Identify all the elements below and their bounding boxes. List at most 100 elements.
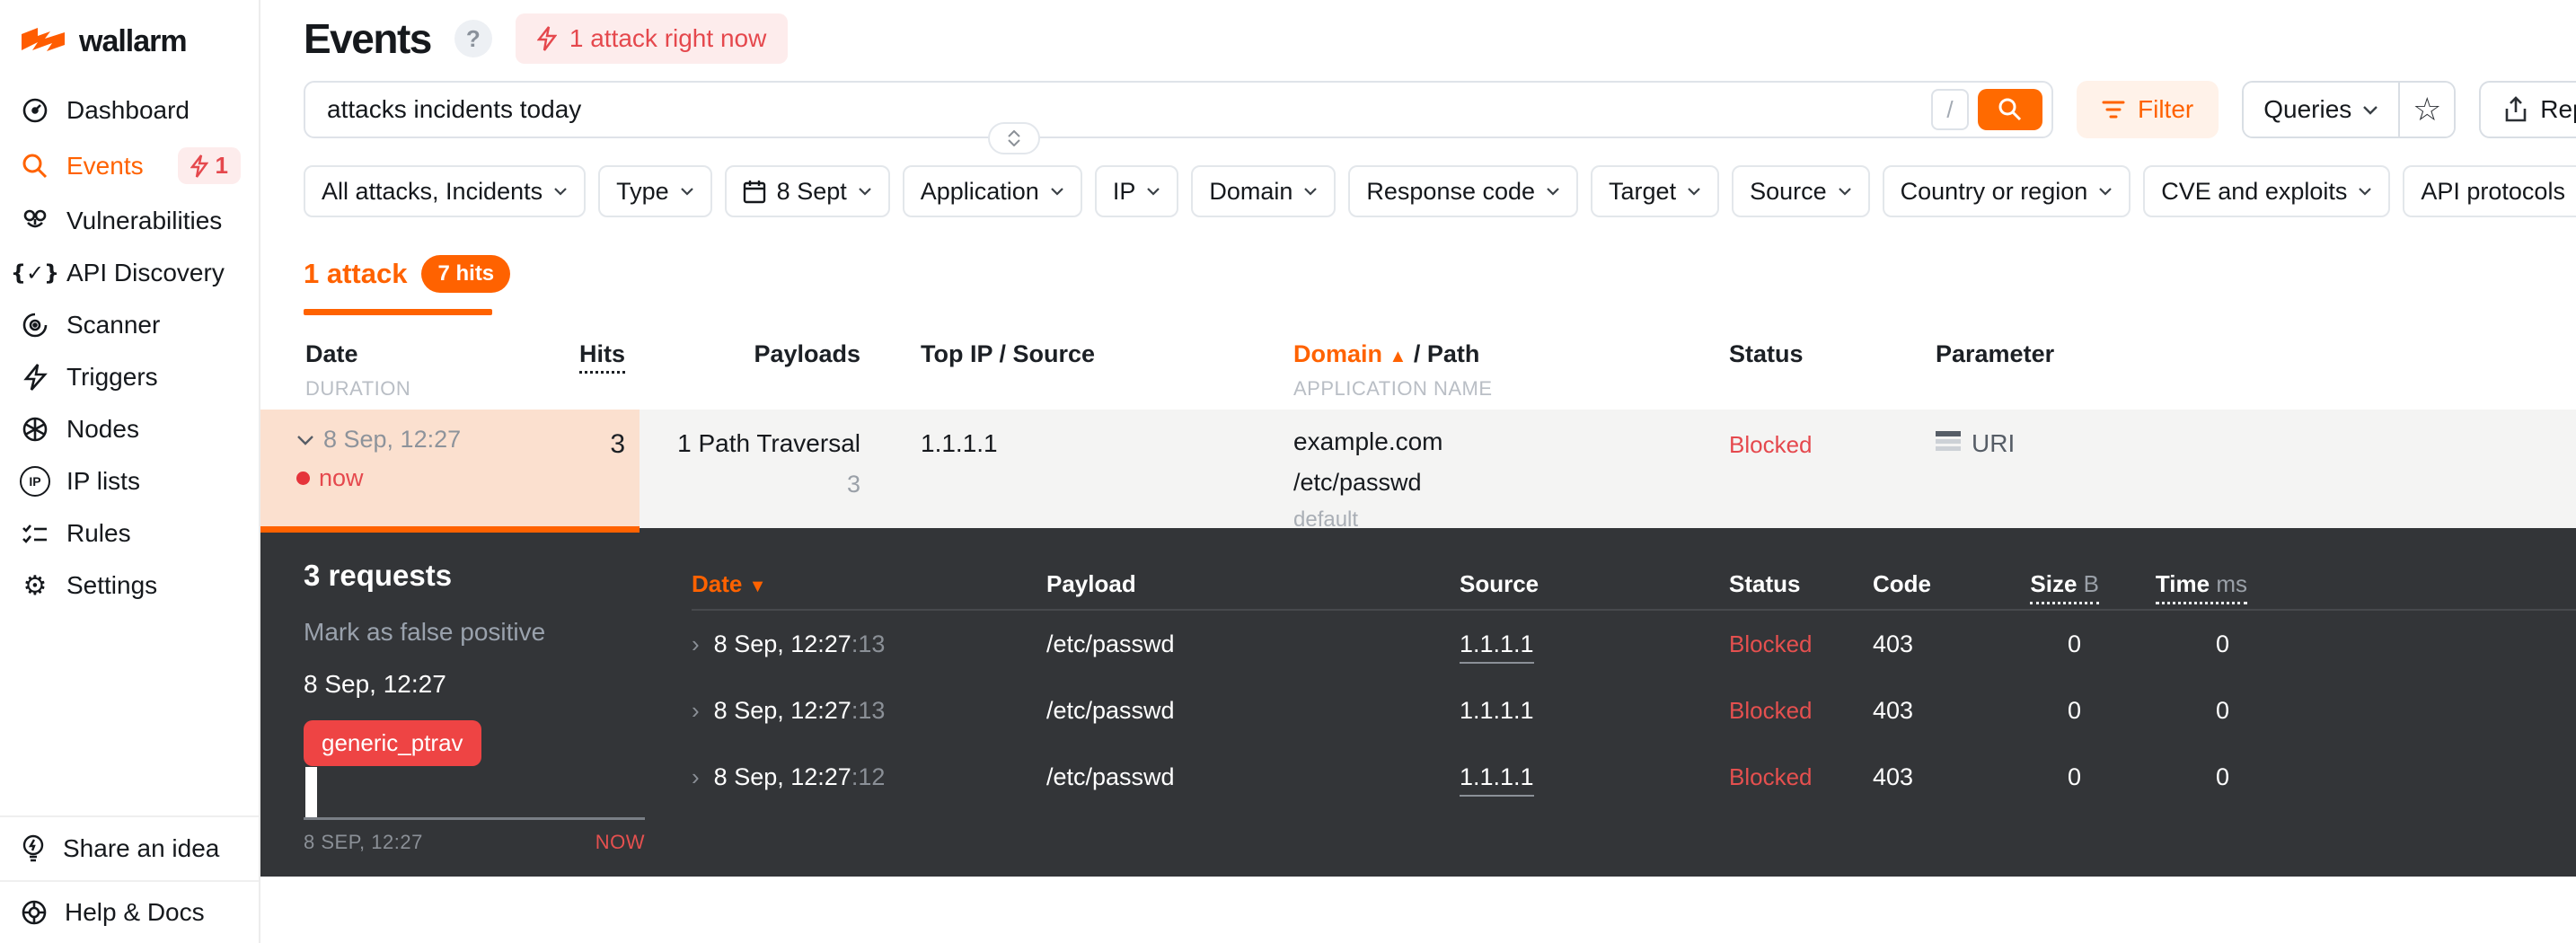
chip-application[interactable]: Application [902,165,1082,217]
chip-date[interactable]: 8 Sept [724,165,890,217]
request-size: 0 [2067,630,2081,657]
slash-shortcut-key: / [1931,89,1969,130]
report-button[interactable]: Report [2479,81,2576,138]
request-status: Blocked [1729,762,1813,790]
live-dot [296,472,310,485]
search-box: / [304,81,2053,154]
request-size: 0 [2067,762,2081,790]
event-payload-type[interactable]: 1 Path Traversal [640,429,860,458]
chevron-right-icon[interactable]: › [692,697,700,725]
chip-target[interactable]: Target [1591,165,1720,217]
chip-response-code[interactable]: Response code [1348,165,1579,217]
request-source[interactable]: 1.1.1.1 [1460,762,1534,797]
help-icon[interactable]: ? [454,20,492,57]
request-row[interactable]: › 8 Sep, 12:27:13 /etc/passwd 1.1.1.1 Blo… [692,677,2576,744]
event-domain[interactable]: example.com [1293,427,1729,456]
chevron-down-icon [2099,188,2113,196]
lifebuoy-icon [20,898,49,927]
search-icon [20,151,50,181]
col-payloads: Payloads [754,340,860,367]
chip-ip[interactable]: IP [1094,165,1179,217]
sidebar-item-label: IP lists [66,467,140,495]
search-expand-handle[interactable] [988,122,1040,154]
sidebar-item-vulnerabilities[interactable]: Vulnerabilities [0,195,259,247]
events-count-badge: 1 [177,147,241,184]
request-code: 403 [1873,696,1914,724]
sidebar-item-ip-lists[interactable]: IP IP lists [0,455,259,507]
col-date-sorted[interactable]: Date ▼ [692,570,1046,598]
col-domain-path[interactable]: Domain ▲ / Path [1293,340,1729,368]
active-tab-indicator [304,309,492,315]
request-status: Blocked [1729,630,1813,657]
event-application: default [1293,507,1359,532]
col-date[interactable]: Date [305,340,410,368]
attacks-tab[interactable]: 1 attack 7 hits [304,255,511,315]
sort-asc-icon: ▲ [1389,347,1407,366]
filter-chips: All attacks, Incidents Type 8 Sept Appli… [304,165,2576,217]
request-row[interactable]: › 8 Sep, 12:27:12 /etc/passwd 1.1.1.1 Blo… [692,744,2576,810]
search-button[interactable] [1978,89,2042,130]
sidebar-item-nodes[interactable]: Nodes [0,403,259,455]
parameter-bars-icon [1936,431,1961,451]
filter-button[interactable]: Filter [2077,81,2219,138]
event-row[interactable]: 8 Sep, 12:27 now 3 1 Path Traversal 3 1.… [260,410,2576,533]
requests-table-header: Date ▼ Payload Source Status Code Size B… [692,559,2576,611]
chevron-right-icon[interactable]: › [692,763,700,791]
chip-cve[interactable]: CVE and exploits [2143,165,2391,217]
sidebar-item-triggers[interactable]: Triggers [0,351,259,403]
request-payload: /etc/passwd [1046,762,1175,790]
sidebar-item-dashboard[interactable]: Dashboard [0,84,259,137]
main-content: Events ? 1 attack right now / [260,0,2576,943]
sidebar-item-label: Scanner [66,311,161,339]
hits-badge: 7 hits [421,255,511,293]
sidebar-item-rules[interactable]: Rules [0,507,259,560]
event-hits: 3 [610,429,625,459]
col-hits[interactable]: Hits [578,340,625,374]
chip-source[interactable]: Source [1732,165,1870,217]
bolt-icon [190,154,208,178]
event-date-cell[interactable]: 8 Sep, 12:27 now 3 [260,410,640,533]
help-and-docs-link[interactable]: Help & Docs [0,880,259,943]
attack-tag[interactable]: generic_ptrav [304,720,481,766]
request-payload: /etc/passwd [1046,696,1175,724]
event-top-ip[interactable]: 1.1.1.1 [860,410,1293,533]
attack-alert-badge[interactable]: 1 attack right now [515,13,789,64]
request-source[interactable]: 1.1.1.1 [1460,630,1534,664]
chevron-up-icon [1008,130,1020,137]
request-status: Blocked [1729,696,1813,724]
sidebar-item-api-discovery[interactable]: {✓} API Discovery [0,247,259,299]
sort-desc-icon: ▼ [748,576,767,596]
biohazard-icon [20,206,50,236]
queries-dropdown[interactable]: Queries [2244,83,2399,137]
request-row[interactable]: › 8 Sep, 12:27:13 /etc/passwd 1.1.1.1 Blo… [692,611,2576,677]
sidebar-item-label: Dashboard [66,96,190,124]
chip-domain[interactable]: Domain [1191,165,1337,217]
chevron-right-icon[interactable]: › [692,630,700,658]
braces-check-icon: {✓} [10,260,60,286]
filter-button-label: Filter [2138,95,2194,123]
gear-icon: ⚙ [22,569,48,602]
col-size[interactable]: Size B [2030,569,2099,604]
col-status: Status [1729,569,1801,597]
share-an-idea-link[interactable]: Share an idea [0,815,259,880]
search-input[interactable] [305,83,2051,137]
chip-api-protocols[interactable]: API protocols [2403,165,2576,217]
alert-badge-label: 1 attack right now [569,24,767,52]
sidebar-item-events[interactable]: Events 1 [0,137,259,195]
col-time[interactable]: Time ms [2155,569,2247,604]
sidebar: wallarm Dashboard Events 1 Vulnerabiliti… [0,0,260,943]
request-code: 403 [1873,630,1914,657]
chip-country[interactable]: Country or region [1882,165,2131,217]
request-payload: /etc/passwd [1046,630,1175,657]
timeline-now-label: NOW [595,831,645,853]
wallarm-logo[interactable]: wallarm [0,0,259,75]
report-button-label: Report [2540,95,2576,123]
favorite-star-button[interactable]: ☆ [2398,83,2455,137]
sidebar-item-label: Rules [66,519,131,547]
chip-type[interactable]: Type [598,165,712,217]
sidebar-item-scanner[interactable]: Scanner [0,299,259,351]
request-source[interactable]: 1.1.1.1 [1460,697,1534,724]
chip-attack-type[interactable]: All attacks, Incidents [304,165,587,217]
mark-false-positive-link[interactable]: Mark as false positive [304,618,681,647]
sidebar-item-settings[interactable]: ⚙ Settings [0,560,259,612]
